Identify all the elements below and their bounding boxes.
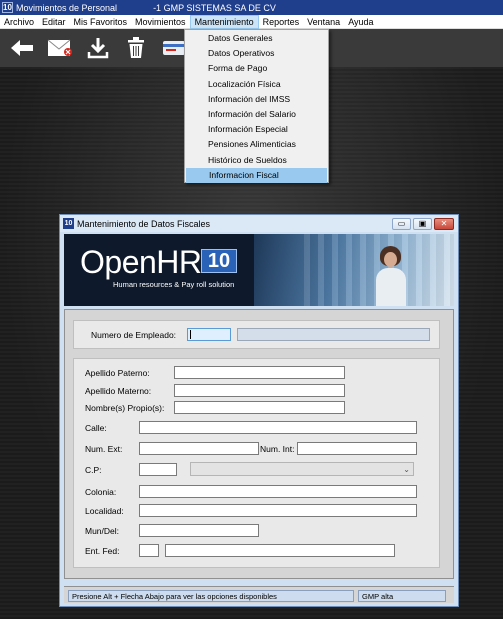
banner-tagline: Human resources & Pay roll solution (113, 280, 235, 289)
nombres-label: Nombre(s) Propio(s): (85, 403, 165, 413)
menu-item-datos-generales[interactable]: Datos Generales (185, 31, 328, 46)
menu-editar[interactable]: Editar (38, 15, 70, 29)
apellido-paterno-label: Apellido Paterno: (85, 368, 150, 378)
menu-item-pensiones-alimenticias[interactable]: Pensiones Alimenticias (185, 137, 328, 152)
localidad-label: Localidad: (85, 506, 124, 516)
app-titlebar: 10 Movimientos de Personal -1 GMP SISTEM… (0, 0, 503, 15)
menu-archivo[interactable]: Archivo (0, 15, 38, 29)
menu-reportes[interactable]: Reportes (259, 15, 304, 29)
download-icon[interactable] (84, 34, 112, 62)
menu-ventana[interactable]: Ventana (303, 15, 344, 29)
num-ext-label: Num. Ext: (85, 444, 123, 454)
menu-mantenimiento[interactable]: Mantenimiento (189, 14, 259, 29)
restore-button[interactable]: ▣ (413, 217, 432, 230)
menu-item-informacion-especial[interactable]: Información Especial (185, 122, 328, 137)
openhr-banner: OpenHR 10 Human resources & Pay roll sol… (64, 234, 454, 306)
window-title: Movimientos de Personal (16, 2, 118, 13)
close-button[interactable]: ✕ (434, 217, 454, 230)
child-app-icon: 10 (63, 218, 74, 229)
employee-group: Numero de Empleado: (73, 320, 440, 349)
ent-fed-code-input[interactable] (139, 544, 159, 557)
menu-item-historico-sueldos[interactable]: Histórico de Sueldos (185, 153, 328, 168)
company-title: -1 GMP SISTEMAS SA DE CV (153, 2, 276, 13)
status-hint: Presione Alt + Flecha Abajo para ver las… (68, 590, 354, 602)
numero-empleado-label: Numero de Empleado: (91, 330, 177, 340)
openhr-version-badge: 10 (201, 249, 237, 273)
child-window-title: Mantenimiento de Datos Fiscales (77, 218, 211, 229)
status-bar: Presione Alt + Flecha Abajo para ver las… (64, 586, 454, 603)
num-int-label: Num. Int: (260, 444, 295, 454)
status-company: GMP alta (358, 590, 446, 602)
cp-label: C.P: (85, 465, 102, 475)
menu-mis-favoritos[interactable]: Mis Favoritos (70, 15, 132, 29)
empleado-nombre-display (237, 328, 430, 341)
ent-fed-name-input[interactable] (165, 544, 395, 557)
app-icon: 10 (2, 2, 13, 13)
minimize-button[interactable]: ▭ (392, 217, 411, 230)
nombres-input[interactable] (174, 401, 345, 414)
menu-movimientos[interactable]: Movimientos (131, 15, 190, 29)
text-cursor (190, 330, 191, 339)
trash-icon[interactable] (122, 34, 150, 62)
apellido-materno-input[interactable] (174, 384, 345, 397)
ent-fed-label: Ent. Fed: (85, 546, 120, 556)
mun-del-input[interactable] (139, 524, 259, 537)
menu-item-informacion-salario[interactable]: Información del Salario (185, 107, 328, 122)
colonia-label: Colonia: (85, 487, 117, 497)
localidad-input[interactable] (139, 504, 417, 517)
calle-input[interactable] (139, 421, 417, 434)
mun-del-label: Mun/Del: (85, 526, 120, 536)
banner-person-image (374, 246, 408, 306)
cp-input[interactable] (139, 463, 177, 476)
chevron-down-icon[interactable]: ⌄ (403, 465, 410, 474)
cp-combo[interactable]: ⌄ (190, 462, 414, 476)
colonia-input[interactable] (139, 485, 417, 498)
apellido-paterno-input[interactable] (174, 366, 345, 379)
mantenimiento-dropdown: Datos Generales Datos Operativos Forma d… (184, 29, 329, 183)
datos-fiscales-window: 10 Mantenimiento de Datos Fiscales ▭ ▣ ✕… (59, 214, 459, 607)
menu-ayuda[interactable]: Ayuda (344, 15, 377, 29)
form-panel: Numero de Empleado: Apellido Paterno: Ap… (64, 309, 454, 579)
menubar: Archivo Editar Mis Favoritos Movimientos… (0, 14, 503, 29)
address-group: Apellido Paterno: Apellido Materno: Nomb… (73, 358, 440, 568)
openhr-logo: OpenHR (80, 244, 202, 280)
cancel-envelope-icon[interactable] (46, 34, 74, 62)
menu-item-informacion-imss[interactable]: Información del IMSS (185, 92, 328, 107)
apellido-materno-label: Apellido Materno: (85, 386, 152, 396)
menu-item-forma-de-pago[interactable]: Forma de Pago (185, 61, 328, 76)
num-int-input[interactable] (297, 442, 417, 455)
menu-item-datos-operativos[interactable]: Datos Operativos (185, 46, 328, 61)
back-arrow-icon[interactable] (8, 34, 36, 62)
num-ext-input[interactable] (139, 442, 259, 455)
menu-item-informacion-fiscal[interactable]: Informacion Fiscal (186, 167, 327, 183)
numero-empleado-input[interactable] (187, 328, 231, 341)
child-titlebar: 10 Mantenimiento de Datos Fiscales ▭ ▣ ✕ (60, 215, 458, 232)
menu-item-localizacion-fisica[interactable]: Localización Física (185, 77, 328, 92)
calle-label: Calle: (85, 423, 107, 433)
